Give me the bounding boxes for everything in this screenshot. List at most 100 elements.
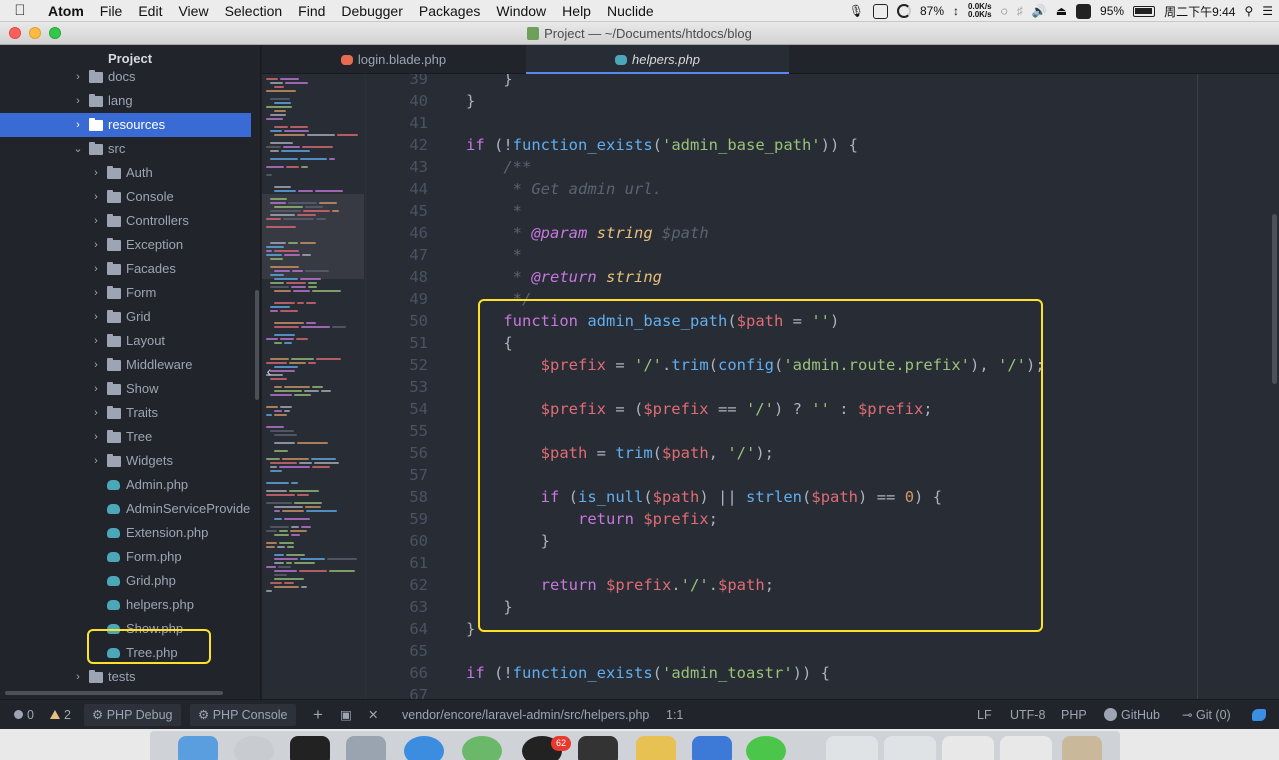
webstorm-icon[interactable] (692, 736, 732, 760)
menu-view[interactable]: View (170, 3, 216, 19)
system-preferences-icon[interactable] (346, 736, 386, 760)
microphone-icon[interactable]: 🎙 (849, 4, 864, 18)
tree-horizontal-scrollbar[interactable] (5, 691, 223, 695)
editor-vertical-scrollbar[interactable] (1272, 214, 1277, 384)
terminal-icon[interactable]: ▣ (340, 700, 352, 730)
github-button[interactable]: GitHub (1104, 700, 1160, 730)
tree-item-layout[interactable]: › Layout (0, 329, 251, 353)
menu-selection[interactable]: Selection (217, 3, 291, 19)
menu-packages[interactable]: Packages (411, 3, 488, 19)
tree-item-resources[interactable]: › resources (0, 113, 251, 137)
close-panel-button[interactable]: ✕ (368, 700, 378, 730)
code-line[interactable]: } (466, 74, 512, 90)
code-line[interactable]: */ (466, 288, 532, 310)
window-thumbnail-1[interactable] (826, 736, 878, 760)
spotlight-search-icon[interactable]: ⚲ (1244, 4, 1253, 18)
activity-monitor-icon[interactable] (578, 736, 618, 760)
tree-item-show-php[interactable]: Show.php (0, 617, 251, 641)
atom-app-icon[interactable] (462, 736, 502, 760)
code-line[interactable]: return $prefix.'/'.$path; (466, 574, 774, 596)
finder-icon[interactable] (178, 736, 218, 760)
code-editor[interactable]: 39 40 41 42 43 44 45 46 47 48 49 50 51 52 53 54 55 56 57 58… (366, 74, 1279, 699)
eject-icon[interactable]: ⏏ (1056, 4, 1067, 18)
git-button[interactable]: ⊸ Git (0) (1182, 700, 1231, 730)
close-window-button[interactable] (9, 27, 21, 39)
code-line[interactable]: } (466, 90, 475, 112)
terminal-app-icon[interactable] (290, 736, 330, 760)
menu-nuclide[interactable]: Nuclide (599, 3, 662, 19)
minimap[interactable] (262, 74, 366, 699)
tree-item-facades[interactable]: › Facades (0, 257, 251, 281)
code-line[interactable]: $path = trim($path, '/'); (466, 442, 774, 464)
bluetooth-icon[interactable]: ♯ (1017, 4, 1023, 18)
tree-item-grid[interactable]: › Grid (0, 305, 251, 329)
window-thumbnail-4[interactable] (1000, 736, 1052, 760)
menu-edit[interactable]: Edit (130, 3, 170, 19)
encoding[interactable]: UTF-8 (1010, 700, 1045, 730)
tree-item-lang[interactable]: › lang (0, 89, 251, 113)
notification-bird-icon[interactable] (1252, 700, 1266, 730)
wifi-icon[interactable]: ◌ (1001, 4, 1008, 18)
menu-app-name[interactable]: Atom (40, 3, 92, 19)
line-ending[interactable]: LF (977, 700, 992, 730)
collapse-panel-chevron-icon[interactable]: ‹ (262, 357, 276, 385)
cursor-position[interactable]: 1:1 (666, 700, 683, 730)
apple-menu-icon[interactable]:  (0, 2, 40, 19)
code-line[interactable]: * @param string $path (466, 222, 709, 244)
code-line[interactable]: } (466, 618, 475, 640)
linter-errors[interactable]: 0 (14, 700, 34, 730)
php-debug-button[interactable]: ⚙ PHP Debug (84, 704, 181, 726)
code-line[interactable]: $prefix = '/'.trim(config('admin.route.p… (466, 354, 1045, 376)
code-line[interactable]: return $prefix; (466, 508, 718, 530)
tree-item-admin-php[interactable]: Admin.php (0, 473, 251, 497)
grammar[interactable]: PHP (1061, 700, 1087, 730)
menu-file[interactable]: File (92, 3, 131, 19)
tree-item-tests[interactable]: › tests (0, 665, 251, 689)
tab-login-blade[interactable]: login.blade.php (262, 45, 525, 74)
zoom-window-button[interactable] (49, 27, 61, 39)
linter-warnings[interactable]: 2 (50, 700, 71, 730)
battery-icon[interactable] (1133, 5, 1156, 17)
tree-item-console[interactable]: › Console (0, 185, 251, 209)
tree-item-middleware[interactable]: › Middleware (0, 353, 251, 377)
code-line[interactable]: } (466, 596, 512, 618)
tree-item-tree-php[interactable]: Tree.php (0, 641, 251, 665)
cpu-ring-icon[interactable] (897, 4, 911, 18)
add-panel-button[interactable]: + (313, 700, 323, 730)
tree-item-traits[interactable]: › Traits (0, 401, 251, 425)
clock[interactable]: 周二下午9:44 (1164, 3, 1235, 20)
code-line[interactable]: if (is_null($path) || strlen($path) == 0… (466, 486, 942, 508)
window-thumbnail-3[interactable] (942, 736, 994, 760)
code-line[interactable]: * Get admin url. (466, 178, 662, 200)
tree-item-extension-php[interactable]: Extension.php (0, 521, 251, 545)
tree-item-auth[interactable]: › Auth (0, 161, 251, 185)
trash-icon[interactable] (1062, 736, 1102, 760)
tree-item-exception[interactable]: › Exception (0, 233, 251, 257)
volume-icon[interactable]: 🔊 (1032, 4, 1047, 18)
code-line[interactable]: * (466, 244, 522, 266)
tree-item-docs[interactable]: › docs (0, 65, 251, 89)
menu-help[interactable]: Help (554, 3, 599, 19)
tab-helpers-php[interactable]: helpers.php (526, 45, 789, 74)
menu-window[interactable]: Window (488, 3, 554, 19)
tree-item-form-php[interactable]: Form.php (0, 545, 251, 569)
code-line[interactable]: $prefix = ($prefix == '/') ? '' : $prefi… (466, 398, 933, 420)
code-line[interactable]: { (466, 332, 512, 354)
tree-item-controllers[interactable]: › Controllers (0, 209, 251, 233)
code-line[interactable]: * (466, 200, 522, 222)
safari-icon[interactable] (404, 736, 444, 760)
tree-item-widgets[interactable]: › Widgets (0, 449, 251, 473)
sequel-pro-icon[interactable] (636, 736, 676, 760)
tree-item-helpers-php[interactable]: helpers.php (0, 593, 251, 617)
minimize-window-button[interactable] (29, 27, 41, 39)
tree-item-tree[interactable]: › Tree (0, 425, 251, 449)
grid-app-icon[interactable] (873, 3, 888, 19)
wechat-icon[interactable] (746, 736, 786, 760)
tree-vertical-scrollbar[interactable] (255, 290, 259, 400)
file-path[interactable]: vendor/encore/laravel-admin/src/helpers.… (402, 700, 649, 730)
window-thumbnail-2[interactable] (884, 736, 936, 760)
tree-item-show[interactable]: › Show (0, 377, 251, 401)
code-line[interactable]: if (!function_exists('admin_base_path'))… (466, 134, 858, 156)
code-line[interactable]: if (!function_exists('admin_toastr')) { (466, 662, 830, 684)
s-app-icon[interactable] (1076, 3, 1092, 19)
